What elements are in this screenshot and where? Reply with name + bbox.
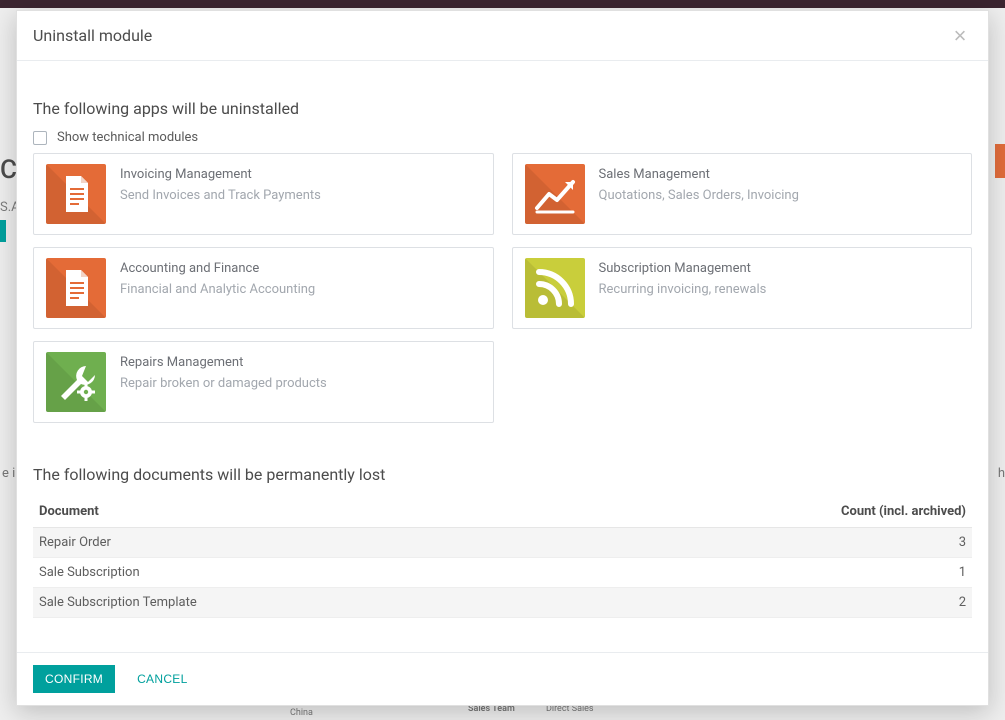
show-technical-checkbox[interactable] <box>33 131 47 145</box>
invoice-icon <box>46 164 106 224</box>
count-cell: 2 <box>553 588 972 618</box>
confirm-button[interactable]: CONFIRM <box>33 665 115 693</box>
modal-header: Uninstall module × <box>17 11 988 61</box>
app-desc: Financial and Analytic Accounting <box>120 282 315 299</box>
modal-footer: CONFIRM CANCEL <box>17 652 988 705</box>
app-meta: Invoicing Management Send Invoices and T… <box>120 164 321 205</box>
app-card-repairs: Repairs Management Repair broken or dama… <box>33 341 494 423</box>
count-cell: 3 <box>553 528 972 558</box>
backdrop-orange-bar <box>995 144 1005 178</box>
app-meta: Sales Management Quotations, Sales Order… <box>599 164 799 205</box>
backdrop-right-snippet: h <box>998 466 1005 481</box>
app-name: Accounting and Finance <box>120 260 315 278</box>
app-meta: Repairs Management Repair broken or dama… <box>120 352 327 393</box>
rss-icon <box>525 258 585 318</box>
modal-title: Uninstall module <box>33 26 152 45</box>
app-name: Repairs Management <box>120 354 327 372</box>
documents-table: Document Count (incl. archived) Repair O… <box>33 496 972 618</box>
table-row: Repair Order 3 <box>33 528 972 558</box>
backdrop-topbar <box>0 0 1005 8</box>
backdrop-bottom-center: China <box>290 708 313 718</box>
doc-cell: Sale Subscription <box>33 558 553 588</box>
section-apps-title: The following apps will be uninstalled <box>33 99 972 118</box>
uninstall-modal: Uninstall module × The following apps wi… <box>16 10 989 706</box>
col-document: Document <box>33 496 553 528</box>
count-cell: 1 <box>553 558 972 588</box>
app-card-invoicing: Invoicing Management Send Invoices and T… <box>33 153 494 235</box>
doc-cell: Sale Subscription Template <box>33 588 553 618</box>
table-row: Sale Subscription 1 <box>33 558 972 588</box>
app-desc: Send Invoices and Track Payments <box>120 188 321 205</box>
invoice-icon <box>46 258 106 318</box>
close-icon: × <box>954 23 967 49</box>
doc-cell: Repair Order <box>33 528 553 558</box>
chart-icon <box>525 164 585 224</box>
table-row: Sale Subscription Template 2 <box>33 588 972 618</box>
modal-body: The following apps will be uninstalled S… <box>17 61 988 652</box>
app-desc: Recurring invoicing, renewals <box>599 282 767 299</box>
backdrop-teal-bar <box>0 220 6 242</box>
show-technical-label: Show technical modules <box>57 130 198 145</box>
app-name: Sales Management <box>599 166 799 184</box>
app-desc: Quotations, Sales Orders, Invoicing <box>599 188 799 205</box>
app-card-subscription: Subscription Management Recurring invoic… <box>512 247 973 329</box>
show-technical-row[interactable]: Show technical modules <box>33 130 972 145</box>
app-meta: Subscription Management Recurring invoic… <box>599 258 767 299</box>
app-card-sales: Sales Management Quotations, Sales Order… <box>512 153 973 235</box>
section-docs-title: The following documents will be permanen… <box>33 465 972 484</box>
app-name: Invoicing Management <box>120 166 321 184</box>
backdrop-big-letter: C <box>0 155 17 185</box>
cancel-button[interactable]: CANCEL <box>133 665 191 693</box>
backdrop-left-snippet: e i <box>2 466 15 481</box>
app-meta: Accounting and Finance Financial and Ana… <box>120 258 315 299</box>
wrench-icon <box>46 352 106 412</box>
col-count: Count (incl. archived) <box>553 496 972 528</box>
apps-grid: Invoicing Management Send Invoices and T… <box>33 153 972 423</box>
close-button[interactable]: × <box>948 24 972 48</box>
app-desc: Repair broken or damaged products <box>120 376 327 393</box>
app-name: Subscription Management <box>599 260 767 278</box>
app-card-accounting: Accounting and Finance Financial and Ana… <box>33 247 494 329</box>
